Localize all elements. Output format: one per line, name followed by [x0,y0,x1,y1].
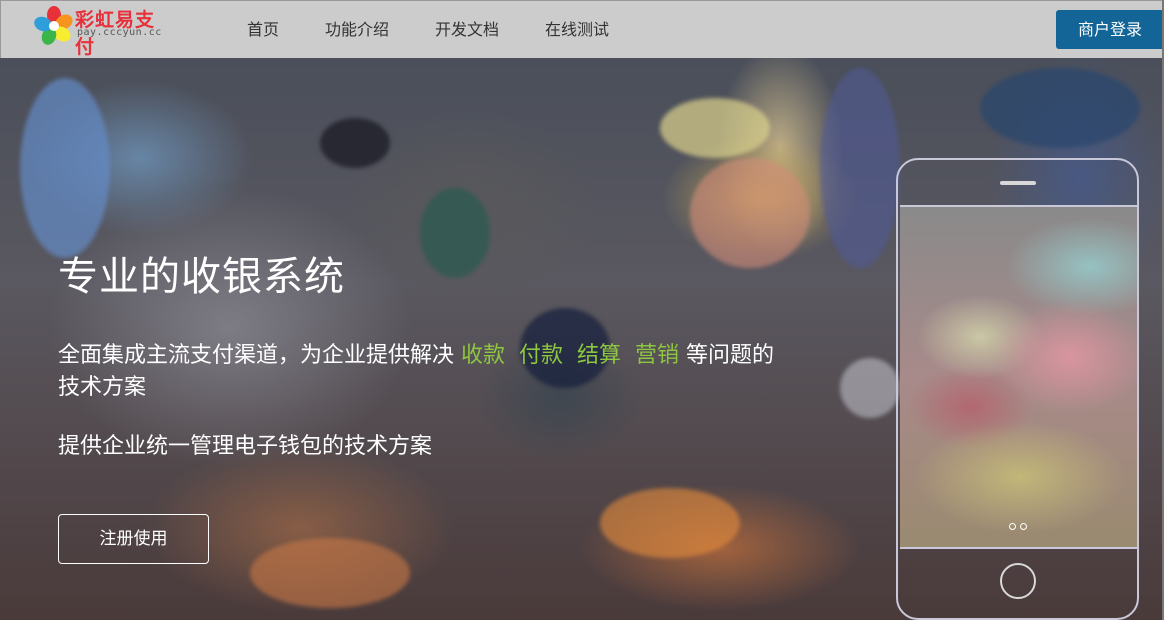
highlight-pay: 付款 [519,343,564,368]
merchant-login-button[interactable]: 商户登录 [1056,10,1164,49]
highlight-marketing: 营销 [635,343,680,368]
phone-screen [900,205,1137,549]
highlight-collect: 收款 [461,343,506,368]
background-blob [250,538,410,608]
highlight-settle: 结算 [577,343,622,368]
hero-desc-prefix: 全面集成主流支付渠道，为企业提供解决 [58,343,461,368]
logo[interactable]: 彩虹易支付 pay.cccyun.cc [31,3,171,58]
background-blob [20,78,110,258]
background-blob [320,118,390,168]
carousel-dots [1009,523,1027,530]
nav-home[interactable]: 首页 [247,1,279,59]
register-button[interactable]: 注册使用 [58,514,209,564]
hero-title: 专业的收银系统 [58,254,345,300]
hero-description: 全面集成主流支付渠道，为企业提供解决 收款 付款 结算 营销 等问题的技术方案 [58,340,788,404]
hero-banner: 专业的收银系统 全面集成主流支付渠道，为企业提供解决 收款 付款 结算 营销 等… [0,58,1164,620]
phone-mockup [896,158,1139,620]
main-nav: 首页 功能介绍 开发文档 在线测试 [247,1,655,59]
background-blob [420,188,490,278]
background-blob [820,68,900,268]
nav-docs[interactable]: 开发文档 [435,1,499,59]
nav-online-test[interactable]: 在线测试 [545,1,609,59]
top-header: 彩虹易支付 pay.cccyun.cc 首页 功能介绍 开发文档 在线测试 商户… [0,0,1164,58]
logo-domain: pay.cccyun.cc [77,27,162,38]
background-blob [840,358,900,418]
rainbow-flower-logo-icon [34,6,73,45]
background-blob [600,488,740,558]
carousel-dot[interactable] [1009,523,1016,530]
nav-features[interactable]: 功能介绍 [325,1,389,59]
carousel-dot[interactable] [1020,523,1027,530]
background-blob [690,158,810,268]
phone-home-button [1000,563,1036,599]
phone-speaker [1000,181,1036,185]
background-blob [660,98,770,158]
background-blob [980,68,1140,148]
hero-description-secondary: 提供企业统一管理电子钱包的技术方案 [58,434,433,459]
